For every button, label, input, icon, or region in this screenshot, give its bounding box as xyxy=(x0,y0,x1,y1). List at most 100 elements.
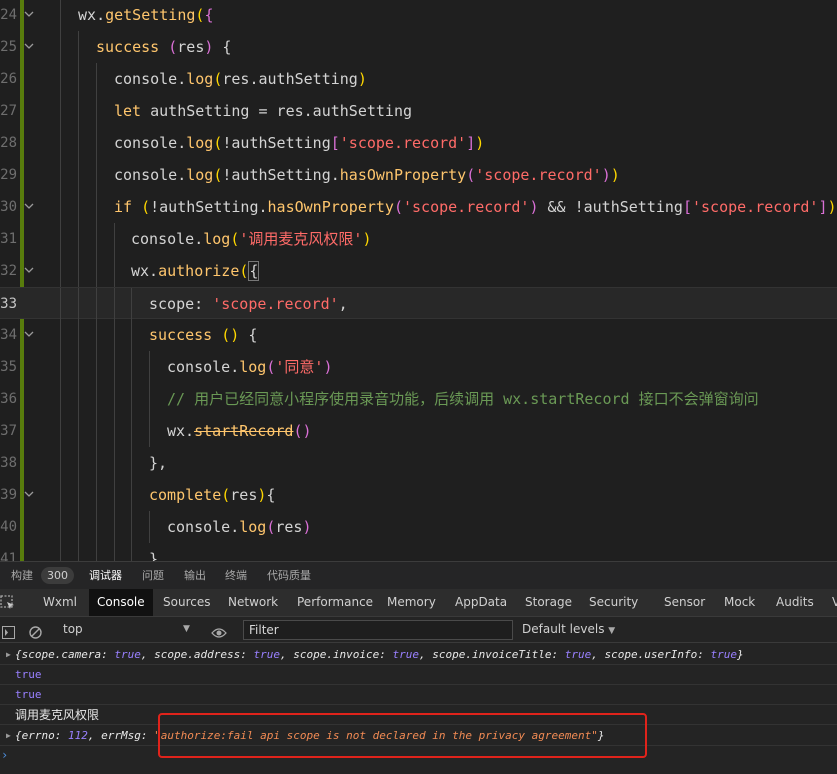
console-token: , xyxy=(419,648,433,661)
filter-input[interactable] xyxy=(244,621,512,639)
indent-guide xyxy=(78,31,79,63)
tab-network[interactable]: Network xyxy=(228,589,278,616)
indent-guide xyxy=(96,511,97,543)
code-text: let authSetting = res.authSetting xyxy=(114,95,412,127)
code-line[interactable]: 37 wx.startRecord() xyxy=(0,415,837,447)
tab-output[interactable]: 输出 xyxy=(184,562,206,589)
console-token: , xyxy=(140,648,155,661)
code-line[interactable]: 25 success (res) { xyxy=(0,31,837,63)
filter-box xyxy=(243,620,513,640)
fold-chevron-icon[interactable] xyxy=(24,329,34,339)
indent-guide xyxy=(60,447,61,479)
indent-guide xyxy=(60,159,61,191)
code-line[interactable]: 40 console.log(res) xyxy=(0,511,837,543)
code-line[interactable]: 41} xyxy=(0,543,837,561)
tab-code-quality[interactable]: 代码质量 xyxy=(267,562,311,589)
fold-chevron-icon[interactable] xyxy=(24,41,34,51)
code-token: startRecord xyxy=(194,422,294,440)
inspect-element-icon[interactable] xyxy=(0,595,16,611)
code-line[interactable]: 28 console.log(!authSetting['scope.record… xyxy=(0,127,837,159)
code-text: success () { xyxy=(149,319,257,351)
code-line[interactable]: 35 console.log('同意') xyxy=(0,351,837,383)
log-levels-label: Default levels xyxy=(522,622,605,636)
tab-debugger[interactable]: 调试器 xyxy=(89,562,122,589)
tab-issues[interactable]: 问题 xyxy=(142,562,164,589)
clear-console-icon[interactable] xyxy=(29,623,42,639)
code-line[interactable]: 33 scope: 'scope.record', xyxy=(0,287,837,320)
fold-chevron-icon[interactable] xyxy=(24,9,34,19)
line-number: 36 xyxy=(0,391,17,407)
log-levels-select[interactable]: Default levels ▼ xyxy=(522,617,615,642)
build-count-badge: 300 xyxy=(41,567,74,584)
line-number: 24 xyxy=(0,7,17,23)
console-prompt[interactable]: › xyxy=(1,745,8,765)
indent-guide xyxy=(78,127,79,159)
indent-guide xyxy=(96,127,97,159)
indent-guide xyxy=(78,415,79,447)
code-token: } xyxy=(149,550,159,561)
tab-memory[interactable]: Memory xyxy=(387,589,436,616)
line-number: 28 xyxy=(0,135,17,151)
indent-guide xyxy=(60,415,61,447)
context-dropdown-icon[interactable]: ▼ xyxy=(183,617,190,642)
fold-chevron-icon[interactable] xyxy=(24,201,34,211)
code-line[interactable]: 29 console.log (!authSetting.hasOwnPropert… xyxy=(0,159,837,191)
code-line[interactable]: 39 complete(res){ xyxy=(0,479,837,511)
context-select[interactable]: top xyxy=(63,617,83,642)
code-token: ( xyxy=(393,198,403,216)
indent-guide xyxy=(114,255,115,287)
indent-guide xyxy=(131,511,132,543)
line-number: 26 xyxy=(0,71,17,87)
code-line[interactable]: 34 success () { xyxy=(0,319,837,351)
code-text: console.log(res) xyxy=(167,511,312,543)
code-text: console.log('调用麦克风权限') xyxy=(131,223,371,255)
code-line[interactable]: 27 let authSetting = res.authSetting xyxy=(0,95,837,127)
line-number: 32 xyxy=(0,263,17,279)
code-token: log xyxy=(186,70,214,88)
tab-mock[interactable]: Mock xyxy=(724,589,755,616)
console-message: true xyxy=(0,665,837,685)
code-token: if xyxy=(114,198,133,216)
tab-audits[interactable]: Audits xyxy=(776,589,814,616)
expand-triangle-icon[interactable]: ▶ xyxy=(6,645,11,664)
tab-terminal[interactable]: 终端 xyxy=(225,562,247,589)
tab-console[interactable]: Console xyxy=(89,589,153,616)
indent-guide xyxy=(78,223,79,255)
code-token: log xyxy=(186,166,214,184)
console-token: , xyxy=(591,648,605,661)
code-line[interactable]: 38}, xyxy=(0,447,837,479)
console-message[interactable]: ▶ {scope.camera: true, scope.address: tr… xyxy=(0,645,837,665)
expand-triangle-icon[interactable]: ▶ xyxy=(6,726,11,745)
tab-security[interactable]: Security xyxy=(589,589,638,616)
code-token: ) xyxy=(302,518,312,536)
code-line[interactable]: 26 console.log(res.authSetting) xyxy=(0,63,837,95)
code-text: success (res) { xyxy=(96,31,231,63)
tab-storage[interactable]: Storage xyxy=(525,589,572,616)
tab-appdata[interactable]: AppData xyxy=(455,589,507,616)
code-line[interactable]: 36 // 用户已经同意小程序使用录音功能，后续调用 wx.startRecord… xyxy=(0,383,837,415)
console-message[interactable]: ▶ {errno: 112, errMsg: "authorize:fail a… xyxy=(0,726,837,746)
tab-wxml[interactable]: Wxml xyxy=(43,589,77,616)
code-line[interactable]: 31 console.log('调用麦克风权限') xyxy=(0,223,837,255)
code-token: console. xyxy=(131,230,204,248)
code-token: success xyxy=(96,38,160,56)
indent-guide xyxy=(131,415,132,447)
code-line[interactable]: 32 wx.authorize({ xyxy=(0,255,837,287)
tab-performance[interactable]: Performance xyxy=(297,589,373,616)
fold-chevron-icon[interactable] xyxy=(24,265,34,275)
fold-chevron-icon[interactable] xyxy=(24,489,34,499)
code-line[interactable]: 24 wx.getSetting({ xyxy=(0,0,837,31)
code-token: wx. xyxy=(131,262,159,280)
code-editor[interactable]: 24 wx.getSetting({25 success (res) {26 cons… xyxy=(0,0,837,561)
eye-icon[interactable] xyxy=(211,623,227,638)
tab-overflow[interactable]: V xyxy=(832,589,837,616)
tab-sources[interactable]: Sources xyxy=(163,589,210,616)
code-line[interactable]: 30 if (!authSetting.hasOwnProperty('scope… xyxy=(0,191,837,223)
sidebar-toggle-icon[interactable] xyxy=(2,623,15,639)
indent-guide xyxy=(60,351,61,383)
tab-build[interactable]: 构建 xyxy=(11,562,33,589)
code-token: }, xyxy=(149,454,168,472)
tab-sensor[interactable]: Sensor xyxy=(664,589,705,616)
line-number: 39 xyxy=(0,487,17,503)
